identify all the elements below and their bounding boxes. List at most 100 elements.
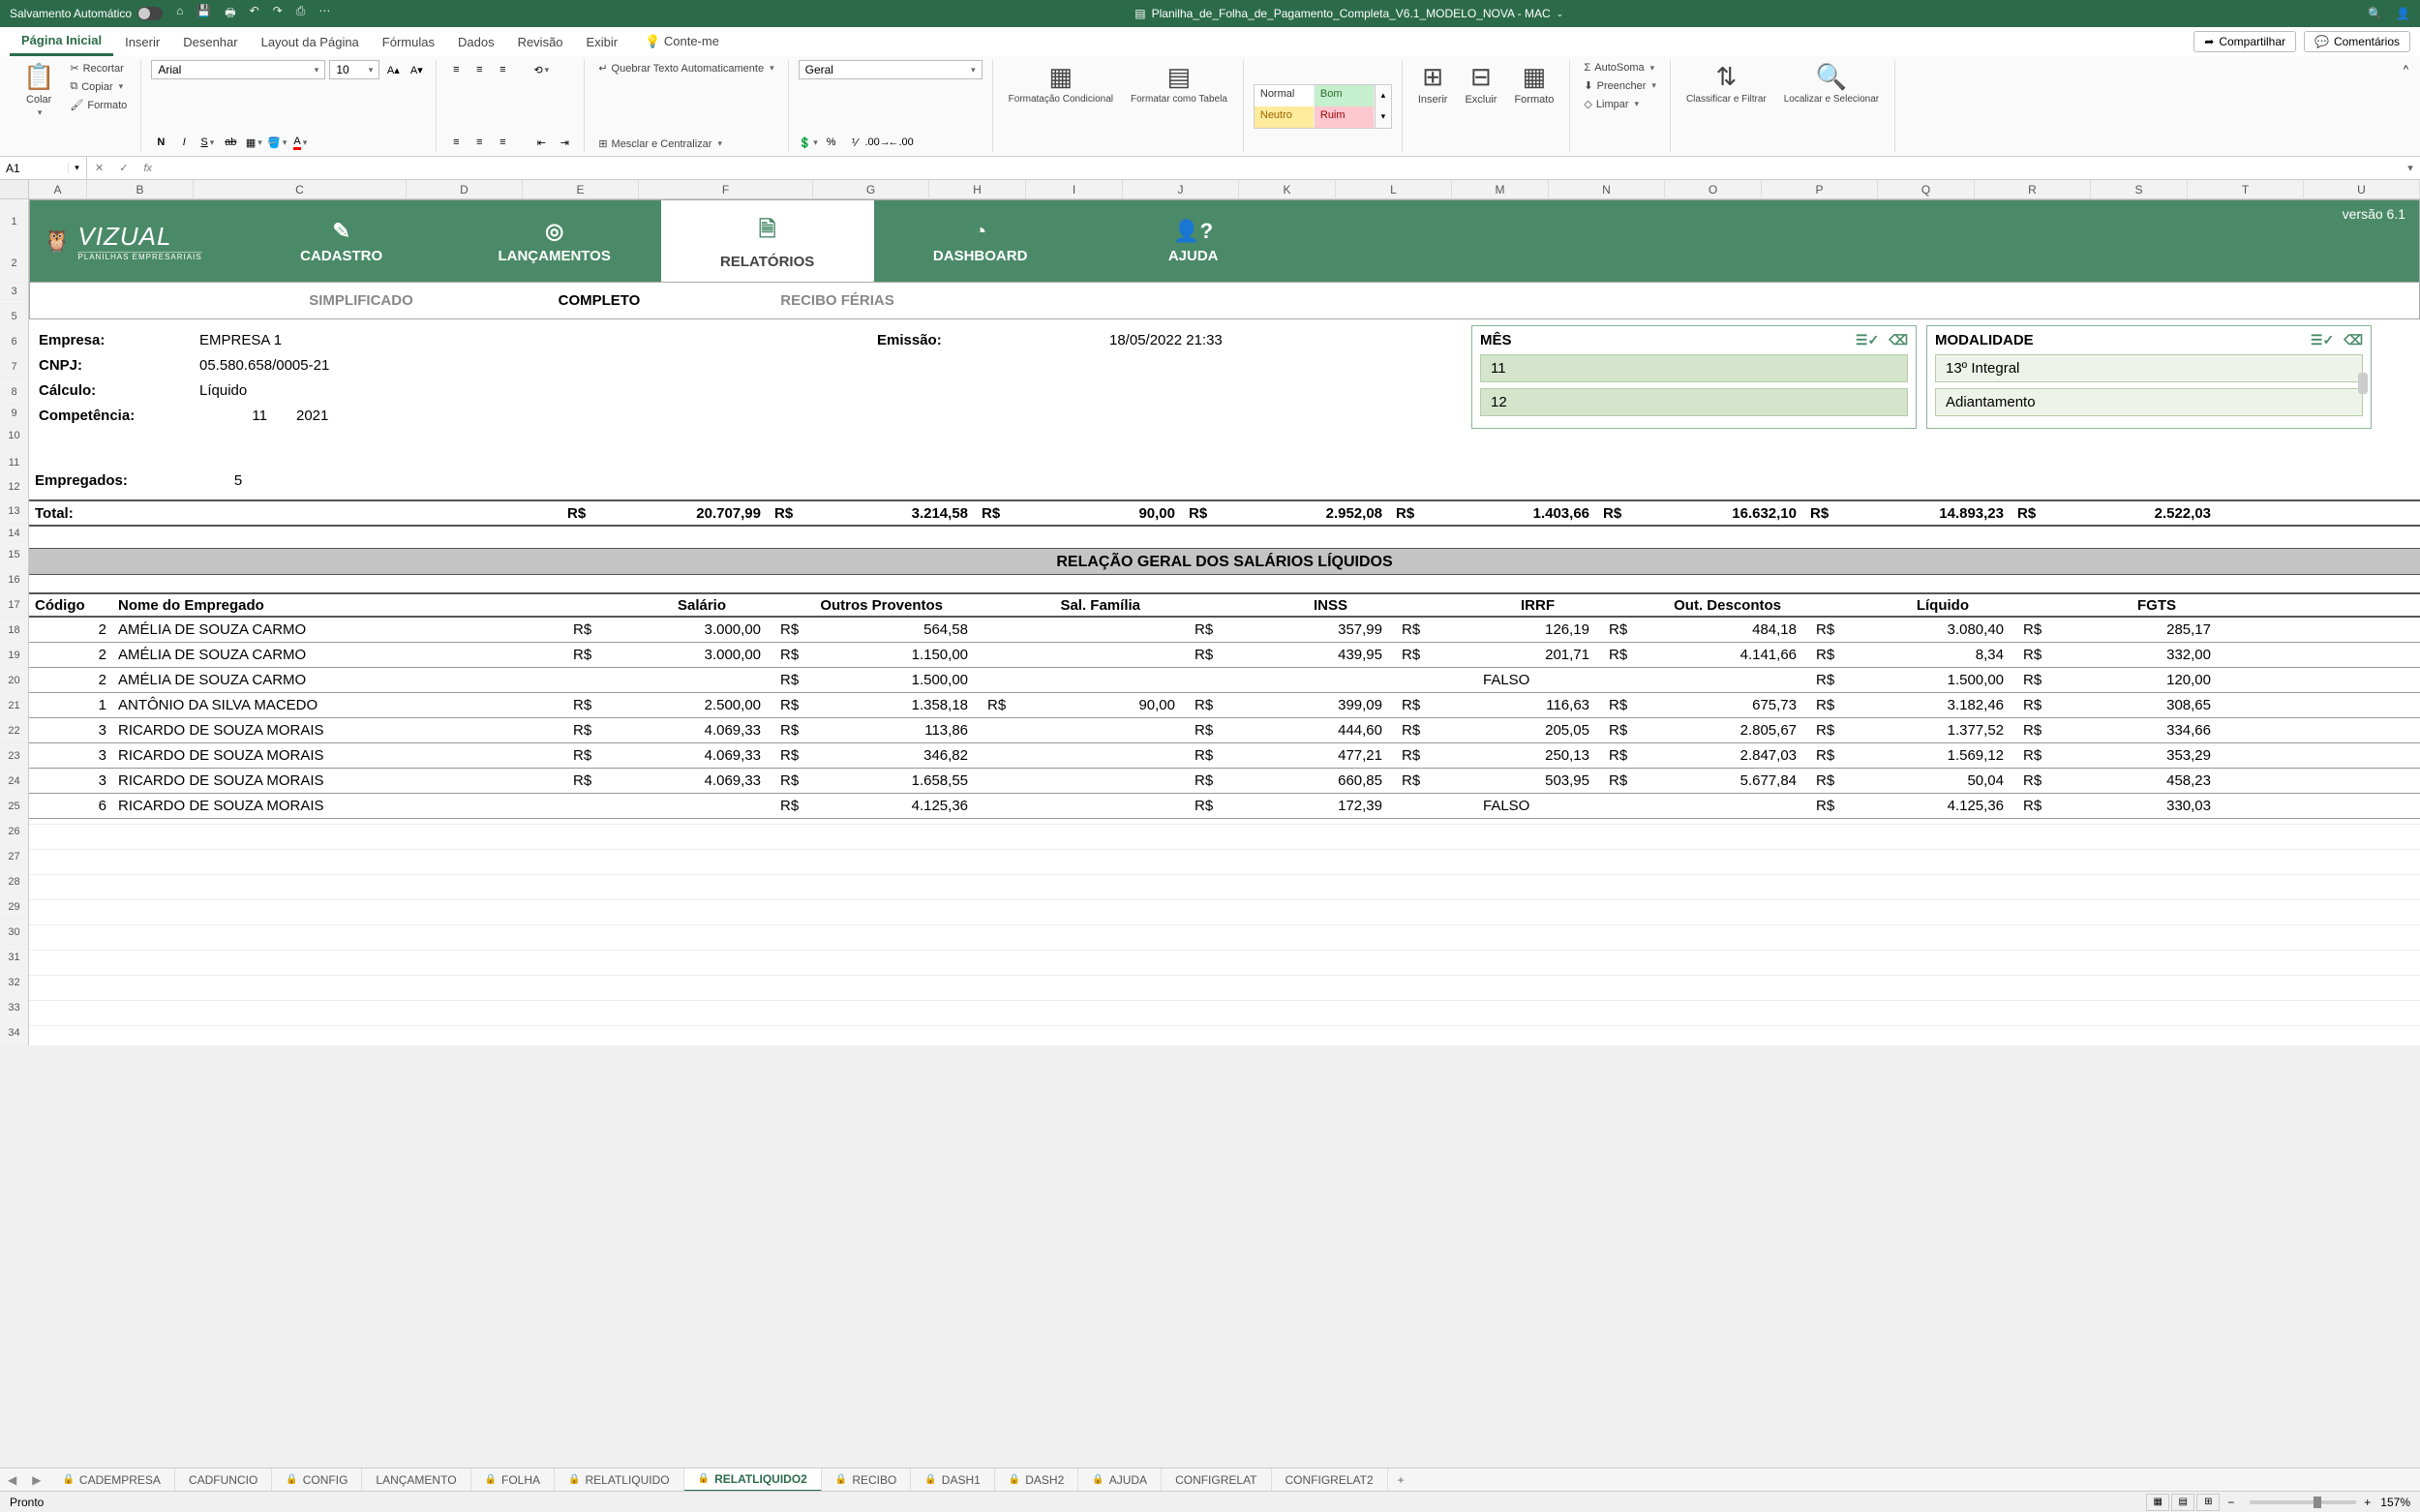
clear-filter-icon[interactable]: ⌫ xyxy=(2344,332,2363,348)
row-header-5[interactable]: 5 xyxy=(0,304,28,329)
col-header-B[interactable]: B xyxy=(87,180,194,198)
sheet-tab-dash1[interactable]: 🔒DASH1 xyxy=(911,1468,994,1492)
tab-layout[interactable]: Layout da Página xyxy=(250,29,371,55)
row-header-8[interactable]: 8 xyxy=(0,379,28,405)
col-header-L[interactable]: L xyxy=(1336,180,1452,198)
row-header-11[interactable]: 11 xyxy=(0,449,28,476)
tab-data[interactable]: Dados xyxy=(446,29,506,55)
row-header-23[interactable]: 23 xyxy=(0,743,28,769)
row-header-7[interactable]: 7 xyxy=(0,354,28,379)
nav-cadastro[interactable]: ✎CADASTRO xyxy=(235,200,448,282)
tab-tellme[interactable]: 💡 Conte-me xyxy=(633,28,731,55)
col-header-P[interactable]: P xyxy=(1762,180,1878,198)
row-header-33[interactable]: 33 xyxy=(0,995,28,1020)
style-ruim[interactable]: Ruim xyxy=(1315,106,1375,128)
sort-filter-button[interactable]: ⇅Classificar e Filtrar xyxy=(1680,60,1772,106)
find-select-button[interactable]: 🔍Localizar e Selecionar xyxy=(1778,60,1885,106)
sheet-tab-relatliquido2[interactable]: 🔒RELATLIQUIDO2 xyxy=(684,1468,822,1492)
row-header-6[interactable]: 6 xyxy=(0,329,28,354)
sheet-tab-config[interactable]: 🔒CONFIG xyxy=(272,1468,362,1492)
decrease-decimal-icon[interactable]: ←.00 xyxy=(892,133,911,152)
print-icon[interactable]: 🖶 xyxy=(225,4,235,24)
row-header-1[interactable]: 1 xyxy=(0,199,28,244)
slicer-modalidade[interactable]: MODALIDADE☰✓⌫ 13º Integral Adiantamento xyxy=(1926,325,2372,429)
increase-indent-icon[interactable]: ⇥ xyxy=(555,133,574,152)
row-header-2[interactable]: 2 xyxy=(0,244,28,283)
sheet-tab-recibo[interactable]: 🔒RECIBO xyxy=(822,1468,911,1492)
accept-formula-icon[interactable]: ✓ xyxy=(111,162,136,174)
increase-font-icon[interactable]: A▴ xyxy=(383,60,403,79)
align-top-icon[interactable]: ≡ xyxy=(446,60,466,79)
style-neutro[interactable]: Neutro xyxy=(1255,106,1315,128)
zoom-value[interactable]: 157% xyxy=(2380,1496,2410,1509)
col-header-K[interactable]: K xyxy=(1239,180,1336,198)
toggle-switch[interactable] xyxy=(137,7,163,20)
col-header-O[interactable]: O xyxy=(1665,180,1762,198)
row-header-12[interactable]: 12 xyxy=(0,476,28,498)
row-header-24[interactable]: 24 xyxy=(0,769,28,794)
slicer-mod-opt-13[interactable]: 13º Integral xyxy=(1935,354,2363,382)
tabs-prev-icon[interactable]: ◀ xyxy=(0,1473,24,1487)
orientation-icon[interactable]: ⟲▾ xyxy=(531,60,551,79)
user-icon[interactable]: 👤 xyxy=(2396,7,2410,20)
tabs-next-icon[interactable]: ▶ xyxy=(24,1473,48,1487)
delete-cells-button[interactable]: ⊟Excluir xyxy=(1459,60,1502,107)
align-right-icon[interactable]: ≡ xyxy=(493,133,512,152)
nav-lancamentos[interactable]: ◎LANÇAMENTOS xyxy=(448,200,661,282)
copy-button[interactable]: ⧉ Copiar▾ xyxy=(66,78,131,95)
col-header-J[interactable]: J xyxy=(1123,180,1239,198)
sheet-content[interactable]: 🦉 VIZUAL PLANILHAS EMPRESARIAIS ✎CADASTR… xyxy=(29,199,2420,1045)
more-icon[interactable]: ⋯ xyxy=(318,4,330,24)
clear-filter-icon[interactable]: ⌫ xyxy=(1889,332,1908,348)
autosave-toggle[interactable]: Salvamento Automático xyxy=(10,7,163,20)
sheet-tab-configrelat2[interactable]: CONFIGRELAT2 xyxy=(1272,1468,1388,1492)
col-header-D[interactable]: D xyxy=(407,180,523,198)
col-header-Q[interactable]: Q xyxy=(1878,180,1975,198)
strike-button[interactable]: ab xyxy=(221,133,240,152)
row-header-3[interactable]: 3 xyxy=(0,283,28,300)
row-header-34[interactable]: 34 xyxy=(0,1020,28,1045)
fill-color-button[interactable]: 🪣▾ xyxy=(267,133,287,152)
row-header-22[interactable]: 22 xyxy=(0,718,28,743)
row-header-28[interactable]: 28 xyxy=(0,869,28,894)
col-header-I[interactable]: I xyxy=(1026,180,1123,198)
insert-cells-button[interactable]: ⊞Inserir xyxy=(1412,60,1454,107)
sheet-tab-folha[interactable]: 🔒FOLHA xyxy=(471,1468,555,1492)
col-header-R[interactable]: R xyxy=(1975,180,2091,198)
slicer-scrollbar[interactable] xyxy=(2358,373,2368,394)
sheet-tab-configrelat[interactable]: CONFIGRELAT xyxy=(1162,1468,1271,1492)
formula-input[interactable] xyxy=(160,162,2401,175)
col-header-T[interactable]: T xyxy=(2188,180,2304,198)
name-box-dropdown[interactable]: ▾ xyxy=(68,163,85,173)
row-header-32[interactable]: 32 xyxy=(0,970,28,995)
sheet-tab-cadfuncio[interactable]: CADFUNCIO xyxy=(175,1468,272,1492)
paste-button[interactable]: 📋Colar▾ xyxy=(17,60,60,120)
zoom-slider[interactable] xyxy=(2250,1500,2356,1504)
clear-button[interactable]: ◇ Limpar▾ xyxy=(1580,96,1660,112)
col-header-U[interactable]: U xyxy=(2304,180,2420,198)
home-icon[interactable]: ⌂ xyxy=(176,4,183,24)
row-header-16[interactable]: 16 xyxy=(0,567,28,592)
font-color-button[interactable]: A▾ xyxy=(290,133,310,152)
autosum-button[interactable]: Σ AutoSoma▾ xyxy=(1580,60,1660,76)
row-header-25[interactable]: 25 xyxy=(0,794,28,819)
search-icon[interactable]: 🔍 xyxy=(2368,7,2382,20)
multiselect-icon[interactable]: ☰✓ xyxy=(1856,332,1879,348)
fill-button[interactable]: ⬇ Preencher▾ xyxy=(1580,77,1660,94)
name-box[interactable]: ▾ xyxy=(0,157,87,179)
chevron-down-icon[interactable]: ⌄ xyxy=(1557,9,1564,19)
increase-decimal-icon[interactable]: .00→ xyxy=(868,133,888,152)
slicer-mes-opt-12[interactable]: 12 xyxy=(1480,388,1908,416)
tab-draw[interactable]: Desenhar xyxy=(171,29,249,55)
sheet-tab-relatliquido[interactable]: 🔒RELATLIQUIDO xyxy=(555,1468,684,1492)
collapse-ribbon-icon[interactable]: ^ xyxy=(2404,64,2408,76)
share-button[interactable]: ➦ Compartilhar xyxy=(2193,31,2296,52)
view-layout-icon[interactable]: ▤ xyxy=(2171,1494,2194,1511)
select-all-corner[interactable] xyxy=(0,180,29,198)
cut-button[interactable]: ✂ Recortar xyxy=(66,60,131,76)
sheet-tab-ajuda[interactable]: 🔒AJUDA xyxy=(1078,1468,1162,1492)
nav-relatorios[interactable]: 🗎RELATÓRIOS xyxy=(661,200,874,282)
cell-styles-gallery[interactable]: Normal Neutro Bom Ruim xyxy=(1254,84,1376,129)
border-button[interactable]: ▦▾ xyxy=(244,133,263,152)
row-header-20[interactable]: 20 xyxy=(0,668,28,693)
